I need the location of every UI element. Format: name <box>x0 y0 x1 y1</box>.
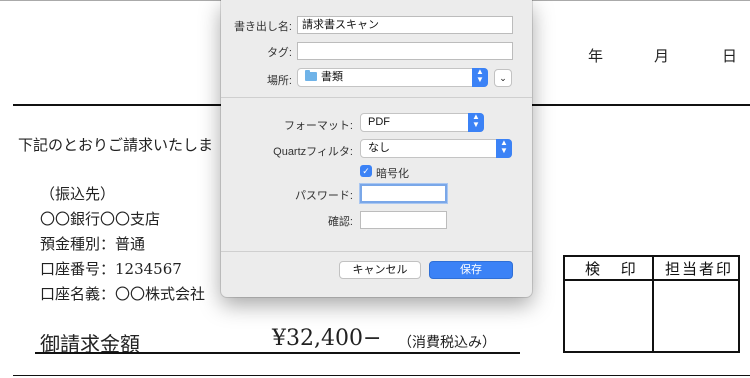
name-field[interactable]: 請求書スキャン <box>297 16 513 34</box>
quartz-value: なし <box>368 142 390 154</box>
format-label: フォーマット: <box>283 120 353 132</box>
bank-type: 預金種別：普通 <box>40 235 146 253</box>
password-field[interactable] <box>360 184 447 203</box>
bank-heading: （振込先） <box>40 185 116 203</box>
verify-field[interactable] <box>360 211 447 229</box>
password-label: パスワード: <box>294 190 353 202</box>
bank-number: 口座番号：1234567 <box>40 260 182 278</box>
quartz-popup-arrows-icon: ▲ ▼ <box>496 139 512 158</box>
amount-value: ¥32,400− <box>272 326 382 351</box>
checkmark-icon: ✓ <box>362 166 370 176</box>
bank-branch: 〇〇銀行〇〇支店 <box>40 210 161 228</box>
quartz-popup[interactable]: なし ▲ ▼ <box>360 139 512 158</box>
save-button[interactable]: 保存 <box>429 261 513 279</box>
encrypt-checkbox[interactable]: ✓ <box>360 165 372 177</box>
bank-holder: 口座名義：〇〇株式会社 <box>40 285 206 303</box>
bottom-rule <box>13 375 750 376</box>
where-value: 書類 <box>321 71 343 83</box>
where-popup-arrows-icon: ▲ ▼ <box>472 68 488 87</box>
chevron-down-icon: ⌄ <box>499 73 507 83</box>
stamp-person-label: 担当者印 <box>665 260 734 278</box>
date-month: 月 <box>654 47 670 65</box>
tags-field[interactable] <box>297 42 513 60</box>
format-popup-arrows-icon: ▲ ▼ <box>468 113 484 132</box>
where-popup[interactable]: 書類 ▲ ▼ <box>297 68 488 87</box>
format-value: PDF <box>368 116 390 128</box>
folder-icon <box>305 70 317 81</box>
tags-label: タグ: <box>266 47 292 59</box>
stamp-inspect-label: 検 印 <box>585 260 644 278</box>
stamp-column-divider <box>652 257 654 351</box>
amount-underline <box>35 352 520 354</box>
sheet-divider-top <box>221 97 532 98</box>
verify-label: 確認: <box>327 216 353 228</box>
amount-note: （消費税込み） <box>398 335 496 351</box>
where-label: 場所: <box>266 75 292 87</box>
encrypt-label: 暗号化 <box>376 168 409 180</box>
date-day: 日 <box>722 47 738 65</box>
quartz-label: Quartzフィルタ: <box>273 146 353 158</box>
intro-text: 下記のとおりご請求いたしま <box>18 136 214 154</box>
save-sheet: 書き出し名: 請求書スキャン タグ: 場所: 書類 ▲ ▼ ⌄ フォーマット: P… <box>221 0 532 297</box>
expand-button[interactable]: ⌄ <box>494 69 512 87</box>
date-year: 年 <box>588 47 604 65</box>
cancel-button[interactable]: キャンセル <box>339 261 421 279</box>
stamp-box: 検 印 担当者印 <box>563 255 740 353</box>
format-popup[interactable]: PDF ▲ ▼ <box>360 113 484 132</box>
sheet-divider-bottom <box>221 251 532 252</box>
name-label: 書き出し名: <box>233 21 292 33</box>
